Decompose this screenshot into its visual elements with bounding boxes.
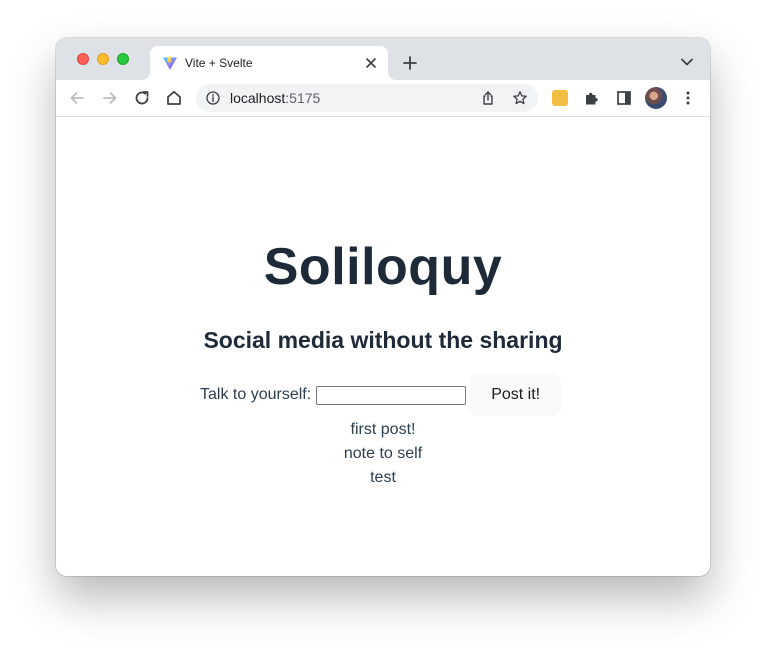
- page-title: Soliloquy: [263, 238, 503, 296]
- list-item: test: [370, 469, 396, 486]
- back-arrow-icon[interactable]: [68, 89, 86, 107]
- url-port: :5175: [285, 90, 321, 106]
- minimize-window-button[interactable]: [97, 53, 109, 65]
- maximize-window-button[interactable]: [117, 53, 129, 65]
- close-window-button[interactable]: [77, 53, 89, 65]
- list-item: first post!: [350, 421, 416, 438]
- url-host: localhost: [230, 90, 286, 106]
- info-icon[interactable]: [206, 91, 220, 105]
- post-input[interactable]: [316, 385, 467, 405]
- post-list: first post! note to self test: [56, 418, 710, 490]
- page-content: Soliloquy Social media without the shari…: [56, 117, 710, 576]
- puzzle-icon[interactable]: [583, 89, 601, 107]
- page-subtitle: Social media without the sharing: [203, 327, 563, 353]
- post-input-label: Talk to yourself:: [200, 386, 312, 403]
- share-icon[interactable]: [480, 90, 496, 106]
- tab-strip: Vite + Svelte: [56, 38, 710, 80]
- star-icon[interactable]: [512, 90, 528, 106]
- url-text: localhost:5175: [230, 90, 320, 106]
- chevron-down-icon[interactable]: [680, 57, 694, 67]
- new-tab-icon[interactable]: [401, 54, 419, 72]
- extension-icon[interactable]: [552, 90, 568, 106]
- side-panel-icon[interactable]: [615, 89, 633, 107]
- more-vert-icon[interactable]: [679, 89, 697, 107]
- address-bar[interactable]: localhost:5175: [196, 84, 538, 112]
- post-button[interactable]: Post it!: [470, 374, 562, 416]
- forward-arrow-icon[interactable]: [101, 89, 119, 107]
- vite-logo-icon: [163, 56, 177, 70]
- tab-active[interactable]: Vite + Svelte: [150, 46, 388, 80]
- close-icon[interactable]: [364, 56, 378, 70]
- avatar[interactable]: [645, 87, 667, 109]
- list-item: note to self: [343, 445, 423, 462]
- browser-window: Vite + Svelte localhost:5175 Soliloquy S…: [56, 38, 710, 576]
- home-icon[interactable]: [165, 89, 183, 107]
- browser-toolbar: localhost:5175: [56, 80, 710, 117]
- tab-title: Vite + Svelte: [185, 56, 253, 70]
- reload-icon[interactable]: [133, 89, 151, 107]
- post-form: Talk to yourself: Post it!: [200, 374, 562, 416]
